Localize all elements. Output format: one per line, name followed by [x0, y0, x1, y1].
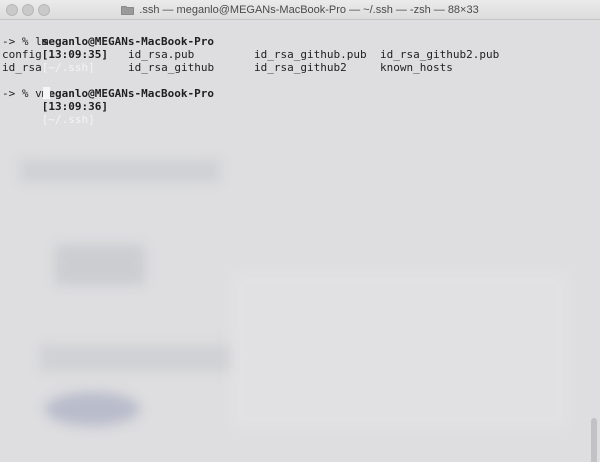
file-entry: config — [2, 48, 42, 61]
file-entry: id_rsa — [2, 61, 42, 74]
terminal-window: .ssh — meganlo@MEGANs-MacBook-Pro — ~/.s… — [0, 0, 600, 462]
file-entry: id_rsa.pub — [128, 48, 195, 61]
blurred-background-panel — [230, 270, 570, 430]
file-entry: known_hosts — [380, 61, 453, 74]
prompt-arrow: -> % — [2, 35, 36, 48]
prompt-path: [~/.ssh] — [41, 113, 95, 126]
blurred-background-text — [20, 160, 220, 182]
text-cursor — [42, 87, 50, 99]
command-line: -> % ls — [2, 35, 48, 48]
file-entry: id_rsa_github2 — [254, 61, 347, 74]
command-text: ls — [35, 35, 49, 48]
prompt-host: meganlo@MEGANs-MacBook-Pro — [41, 87, 214, 100]
prompt-line: meganlo@MEGANs-MacBook-Pro [13:09:36] [~… — [2, 74, 214, 139]
command-text: v — [35, 87, 42, 100]
file-entry: id_rsa_github.pub — [254, 48, 367, 61]
title-bar[interactable]: .ssh — meganlo@MEGANs-MacBook-Pro — ~/.s… — [0, 0, 600, 20]
output-row: config id_rsa.pub id_rsa_github.pub id_r… — [2, 48, 506, 61]
prompt-time: [13:09:36] — [41, 100, 108, 113]
blurred-background-avatar — [45, 392, 140, 426]
blurred-background-block — [55, 245, 145, 285]
terminal-content[interactable]: meganlo@MEGANs-MacBook-Pro [13:09:35] [~… — [0, 20, 600, 462]
window-title: .ssh — meganlo@MEGANs-MacBook-Pro — ~/.s… — [139, 4, 479, 16]
vertical-scrollbar[interactable] — [591, 418, 597, 462]
prompt-host: meganlo@MEGANs-MacBook-Pro — [41, 35, 214, 48]
file-entry: id_rsa_github — [128, 61, 215, 74]
prompt-arrow: -> % — [2, 87, 36, 100]
folder-icon — [121, 6, 135, 15]
file-entry: id_rsa_github2.pub — [380, 48, 500, 61]
command-line: -> % v — [2, 87, 50, 100]
output-row: id_rsa id_rsa_github id_rsa_github2 know… — [2, 61, 506, 74]
